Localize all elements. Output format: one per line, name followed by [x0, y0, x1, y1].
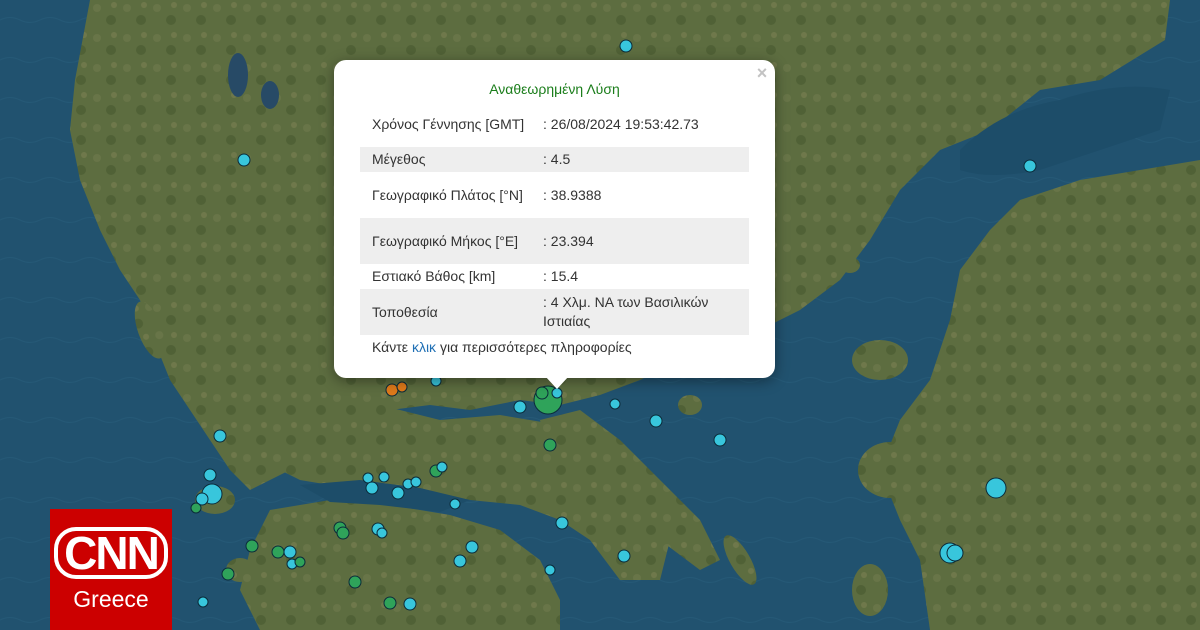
earthquake-marker[interactable]: [203, 468, 217, 482]
earthquake-marker[interactable]: [391, 486, 405, 500]
earthquake-marker[interactable]: [543, 438, 557, 452]
cnn-greece-logo: CNN Greece: [50, 509, 172, 630]
earthquake-marker[interactable]: [410, 476, 422, 488]
more-info-link[interactable]: κλικ: [412, 339, 436, 355]
earthquake-marker[interactable]: [378, 471, 390, 483]
earthquake-marker[interactable]: [348, 575, 362, 589]
logo-main: CNN: [50, 527, 172, 579]
logo-sub: Greece: [73, 586, 149, 612]
info-label: Γεωγραφικό Πλάτος [°N]: [372, 186, 523, 203]
more-prefix: Κάντε: [372, 339, 409, 355]
info-value: : 4 Χλμ. ΝΑ των Βασιλικών Ιστιαίας: [539, 289, 749, 335]
earthquake-marker[interactable]: [385, 383, 399, 397]
earthquake-marker[interactable]: [449, 498, 461, 510]
island-lesvos: [858, 442, 922, 498]
earthquake-marker[interactable]: [365, 481, 379, 495]
earthquake-marker[interactable]: [336, 526, 350, 540]
more-info-text: Κάντε κλικ για περισσότερες πληροφορίες: [372, 339, 632, 355]
earthquake-marker[interactable]: [551, 387, 563, 399]
earthquake-marker[interactable]: [544, 564, 556, 576]
close-icon[interactable]: ×: [753, 64, 771, 82]
island-imbros: [840, 257, 860, 273]
info-label: Χρόνος Γέννησης [GMT]: [372, 115, 525, 132]
info-label: Εστιακό Βάθος [km]: [372, 268, 496, 284]
info-value: : 38.9388: [543, 186, 602, 203]
earthquake-marker[interactable]: [1023, 159, 1037, 173]
info-value: : 15.4: [543, 268, 579, 284]
info-title-row: Αναθεωρημένη Λύση: [360, 77, 749, 101]
earthquake-marker[interactable]: [946, 544, 964, 562]
earthquake-info-table: Αναθεωρημένη Λύση Χρόνος Γέννησης [GMT] …: [360, 77, 749, 335]
island-samothraki: [831, 200, 859, 216]
more-suffix: για περισσότερες πληροφορίες: [439, 339, 632, 355]
popup-title: Αναθεωρημένη Λύση: [489, 80, 620, 97]
popup-tip: [545, 376, 569, 389]
earthquake-marker[interactable]: [383, 596, 397, 610]
earthquake-marker[interactable]: [403, 597, 417, 611]
earthquake-marker[interactable]: [221, 567, 235, 581]
earthquake-marker[interactable]: [237, 153, 251, 167]
island-thasos: [801, 155, 829, 175]
earthquake-marker[interactable]: [555, 516, 569, 530]
earthquake-marker[interactable]: [713, 433, 727, 447]
logo-main-text: CNN: [54, 527, 168, 579]
earthquake-marker[interactable]: [197, 596, 209, 608]
lake-ohrid: [228, 53, 248, 97]
earthquake-marker[interactable]: [985, 477, 1007, 499]
info-row-magnitude: Μέγεθος : 4.5: [360, 147, 749, 172]
info-label: Τοποθεσία: [360, 289, 539, 335]
earthquake-marker[interactable]: [617, 549, 631, 563]
earthquake-marker[interactable]: [649, 414, 663, 428]
earthquake-marker[interactable]: [453, 554, 467, 568]
info-value: : 23.394: [539, 218, 749, 264]
info-label: Γεωγραφικό Μήκος [°E]: [360, 218, 539, 264]
info-row-depth: Εστιακό Βάθος [km] : 15.4: [360, 264, 749, 289]
earthquake-marker[interactable]: [213, 429, 227, 443]
earthquake-marker[interactable]: [513, 400, 527, 414]
info-row-time: Χρόνος Γέννησης [GMT] : 26/08/2024 19:53…: [360, 101, 749, 147]
island-skyros: [678, 395, 702, 415]
earthquake-marker[interactable]: [271, 545, 285, 559]
earthquake-marker[interactable]: [376, 527, 388, 539]
earthquake-marker[interactable]: [362, 472, 374, 484]
info-value: : 26/08/2024 19:53:42.73: [543, 115, 699, 132]
earthquake-marker[interactable]: [436, 461, 448, 473]
info-row-location: Τοποθεσία : 4 Χλμ. ΝΑ των Βασιλικών Ιστι…: [360, 289, 749, 335]
earthquake-marker[interactable]: [465, 540, 479, 554]
earthquake-marker[interactable]: [190, 502, 202, 514]
info-value: : 4.5: [539, 147, 749, 172]
lake-prespa: [261, 81, 279, 109]
earthquake-marker[interactable]: [396, 381, 408, 393]
island-limnos: [852, 340, 908, 380]
info-row-latitude: Γεωγραφικό Πλάτος [°N] : 38.9388: [360, 172, 749, 218]
earthquake-marker[interactable]: [609, 398, 621, 410]
earthquake-marker[interactable]: [294, 556, 306, 568]
info-row-longitude: Γεωγραφικό Μήκος [°E] : 23.394: [360, 218, 749, 264]
island-chios: [852, 564, 888, 616]
earthquake-marker[interactable]: [283, 545, 297, 559]
earthquake-marker[interactable]: [245, 539, 259, 553]
info-label: Μέγεθος: [360, 147, 539, 172]
earthquake-marker[interactable]: [619, 39, 633, 53]
